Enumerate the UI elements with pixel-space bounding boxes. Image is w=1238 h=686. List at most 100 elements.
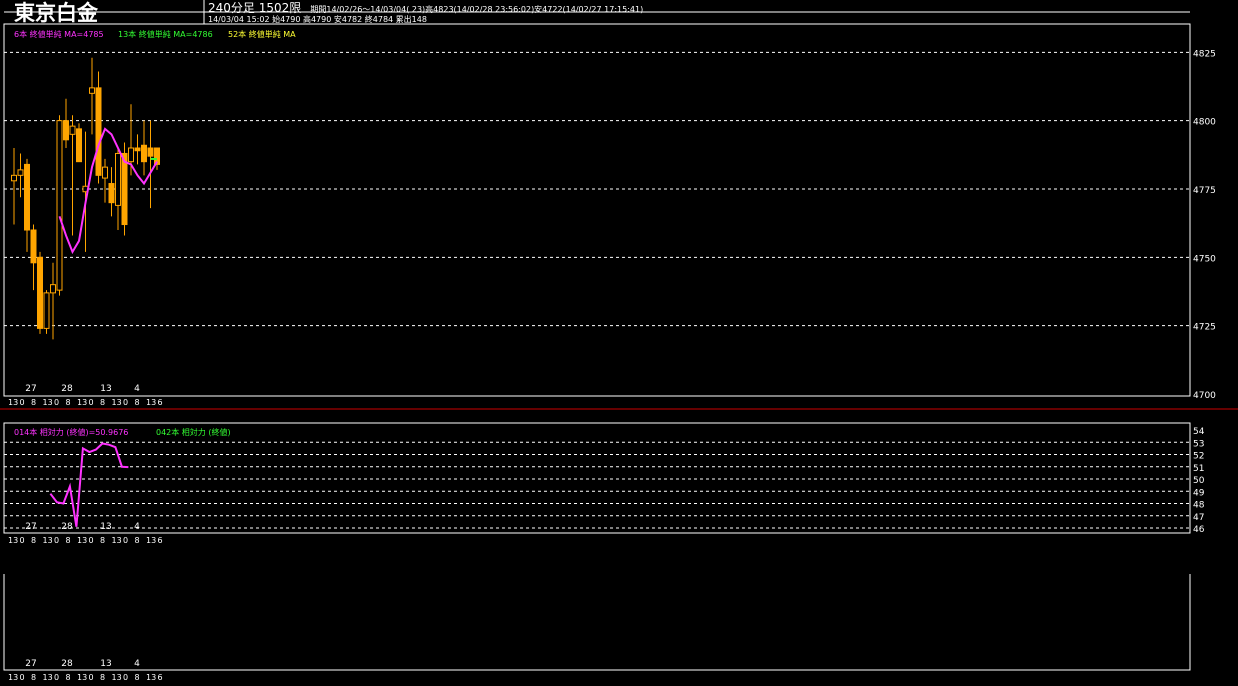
candle-body (69, 125, 76, 135)
third-time-label: 8 (66, 673, 71, 682)
sub-date-label: 28 (61, 522, 73, 532)
main-legend-entry: 52本 終値単純 MA (228, 29, 296, 39)
third-time-label: 6 (158, 673, 163, 682)
candle-body (11, 174, 17, 182)
third-panel-frame (3, 574, 1191, 671)
third-time-label: 13 (77, 673, 87, 682)
third-date-label: 28 (61, 659, 73, 669)
sub-time-label: 0 (20, 536, 25, 545)
main-time-label: 0 (123, 398, 128, 407)
candle-body (115, 152, 121, 206)
third-time-label: 0 (89, 673, 94, 682)
sub-y-tick-label: 53 (1193, 439, 1204, 449)
sub-time-label: 13 (8, 536, 18, 545)
main-y-tick-label: 4700 (1193, 391, 1216, 401)
third-date-label: 27 (25, 659, 36, 669)
sub-time-label: 8 (31, 536, 36, 545)
main-date-label: 13 (100, 384, 111, 394)
sub-time-label: 13 (146, 536, 156, 545)
sub-time-label: 13 (77, 536, 87, 545)
sub-y-tick-label: 54 (1193, 427, 1205, 437)
sub-y-tick-label: 47 (1193, 513, 1204, 523)
sub-y-tick-label: 51 (1193, 464, 1204, 474)
candle-body (24, 163, 30, 231)
main-time-label: 0 (89, 398, 94, 407)
main-time-label: 8 (100, 398, 105, 407)
candle-body (76, 128, 82, 163)
rsi-series-line (49, 442, 129, 527)
third-time-label: 8 (31, 673, 36, 682)
third-time-label: 13 (112, 673, 122, 682)
sub-y-tick-label: 49 (1193, 488, 1205, 498)
candle-body (128, 147, 134, 163)
candle-body (63, 120, 69, 141)
third-date-label: 4 (134, 659, 140, 669)
third-time-label: 8 (100, 673, 105, 682)
sub-time-label: 13 (43, 536, 53, 545)
main-date-label: 28 (61, 384, 73, 394)
third-time-label: 13 (146, 673, 156, 682)
candle-body (89, 87, 95, 94)
main-time-label: 13 (77, 398, 87, 407)
chart-window: 東京白金 240分足 1502限 期間14/02/26〜14/03/04( 23… (0, 0, 1238, 686)
third-date-label: 13 (100, 659, 111, 669)
sub-legend-entry: 042本 相対力 (終値) (156, 427, 231, 437)
sub-y-tick-label: 50 (1193, 476, 1205, 486)
candle-body (102, 166, 108, 179)
sub-y-tick-label: 46 (1193, 525, 1205, 535)
sub-date-label: 13 (100, 522, 111, 532)
candle-body (121, 152, 128, 226)
main-time-label: 0 (54, 398, 59, 407)
main-legend-entry: 13本 終値単純 MA=4786 (118, 29, 213, 39)
sub-y-tick-label: 48 (1193, 501, 1205, 511)
candle-body (30, 229, 37, 264)
sub-legend-entry: 014本 相対力 (終値)=50.9676 (14, 427, 128, 437)
main-date-label: 27 (25, 384, 36, 394)
candle-body (147, 147, 154, 157)
sub-time-label: 0 (123, 536, 128, 545)
sub-time-label: 0 (54, 536, 59, 545)
third-time-label: 0 (54, 673, 59, 682)
sub-date-label: 4 (134, 522, 140, 532)
third-time-label: 13 (8, 673, 18, 682)
third-time-label: 8 (135, 673, 140, 682)
main-time-label: 13 (112, 398, 122, 407)
third-time-label: 0 (123, 673, 128, 682)
main-y-tick-label: 4775 (1193, 186, 1216, 196)
third-time-label: 0 (20, 673, 25, 682)
candle-body (141, 144, 147, 163)
main-legend-entry: 6本 終値単純 MA=4785 (14, 29, 104, 39)
sub-time-label: 6 (158, 536, 163, 545)
main-y-tick-label: 4725 (1193, 323, 1216, 333)
candle-body (108, 183, 115, 204)
main-y-tick-label: 4750 (1193, 254, 1216, 264)
main-time-label: 13 (146, 398, 156, 407)
sub-time-label: 8 (135, 536, 140, 545)
main-time-label: 8 (66, 398, 71, 407)
sub-time-label: 8 (66, 536, 71, 545)
candle-body (95, 87, 102, 176)
main-time-label: 8 (135, 398, 140, 407)
main-time-label: 6 (158, 398, 163, 407)
sub-time-label: 8 (100, 536, 105, 545)
main-date-label: 4 (134, 384, 140, 394)
sub-y-tick-label: 52 (1193, 452, 1204, 462)
main-y-tick-label: 4800 (1193, 118, 1216, 128)
sub-date-label: 27 (25, 522, 36, 532)
main-time-label: 8 (31, 398, 36, 407)
candle-body (17, 169, 24, 176)
main-y-tick-label: 4825 (1193, 49, 1216, 59)
candle-body (43, 292, 50, 329)
sub-time-label: 0 (89, 536, 94, 545)
candle-body (37, 256, 43, 329)
main-panel-frame (3, 23, 1191, 397)
candle-body (134, 147, 141, 152)
sub-panel-frame (3, 422, 1191, 534)
main-time-label: 13 (8, 398, 18, 407)
main-time-label: 13 (43, 398, 53, 407)
third-time-label: 13 (43, 673, 53, 682)
sub-time-label: 13 (112, 536, 122, 545)
main-time-label: 0 (20, 398, 25, 407)
candle-body (50, 284, 56, 294)
candle-body (56, 120, 63, 291)
